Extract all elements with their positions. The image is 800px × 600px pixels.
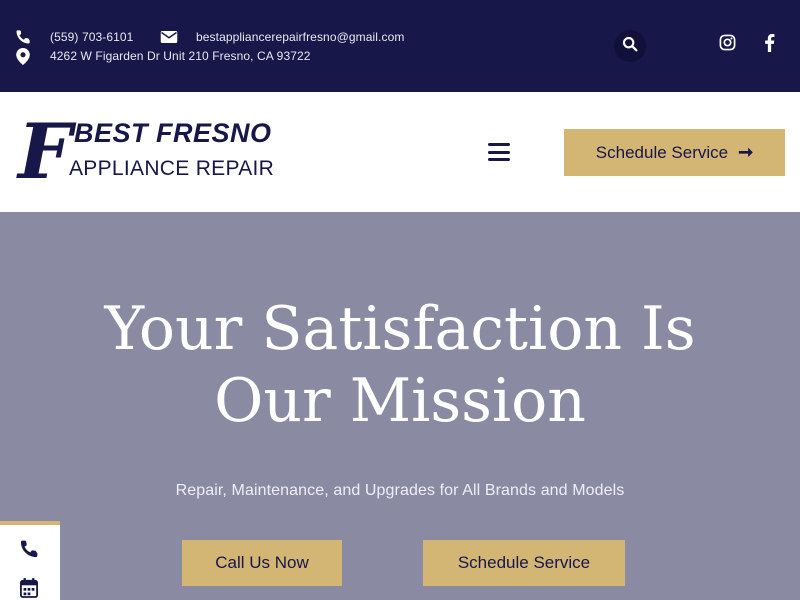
header-schedule-service-button[interactable]: Schedule Service ➞	[564, 129, 785, 176]
phone-contact[interactable]: (559) 703-6101	[14, 28, 133, 46]
facebook-link[interactable]	[759, 33, 779, 57]
search-button[interactable]	[614, 30, 646, 62]
hero-title: Your Satisfaction Is Our Mission	[104, 294, 696, 436]
calendar-icon	[20, 577, 38, 600]
floating-phone-button[interactable]	[18, 540, 40, 562]
floating-calendar-button[interactable]	[18, 577, 40, 600]
logo-subtitle: APPLIANCE REPAIR	[69, 157, 275, 180]
site-logo[interactable]: F BEST FRESNO APPLIANCE REPAIR	[18, 114, 278, 194]
hamburger-menu-icon[interactable]	[487, 142, 511, 162]
email-contact[interactable]: bestappliancerepairfresno@gmail.com	[160, 28, 404, 46]
hero-subtitle: Repair, Maintenance, and Upgrades for Al…	[175, 482, 625, 499]
phone-icon	[19, 539, 39, 564]
street-address: 4262 W Figarden Dr Unit 210 Fresno, CA 9…	[50, 49, 311, 63]
top-bar	[0, 0, 800, 92]
hero-schedule-label: Schedule Service	[457, 553, 591, 572]
phone-icon	[14, 28, 32, 46]
logo-title: BEST FRESNO	[74, 118, 272, 148]
address-contact[interactable]: 4262 W Figarden Dr Unit 210 Fresno, CA 9…	[14, 47, 311, 65]
instagram-icon	[719, 34, 736, 56]
phone-number: (559) 703-6101	[50, 30, 134, 44]
facebook-icon	[764, 33, 775, 57]
header-schedule-label: Schedule Service	[595, 142, 729, 162]
email-address: bestappliancerepairfresno@gmail.com	[196, 30, 405, 44]
call-us-now-button[interactable]: Call Us Now	[182, 540, 342, 586]
call-us-now-label: Call Us Now	[215, 553, 309, 572]
hero-schedule-service-button[interactable]: Schedule Service	[423, 540, 625, 586]
envelope-icon	[160, 28, 178, 46]
logo-letter: F	[18, 107, 72, 196]
instagram-link[interactable]	[717, 34, 737, 56]
arrow-right-icon: ➞	[738, 142, 754, 162]
search-icon	[622, 36, 638, 57]
map-marker-icon	[14, 47, 32, 65]
